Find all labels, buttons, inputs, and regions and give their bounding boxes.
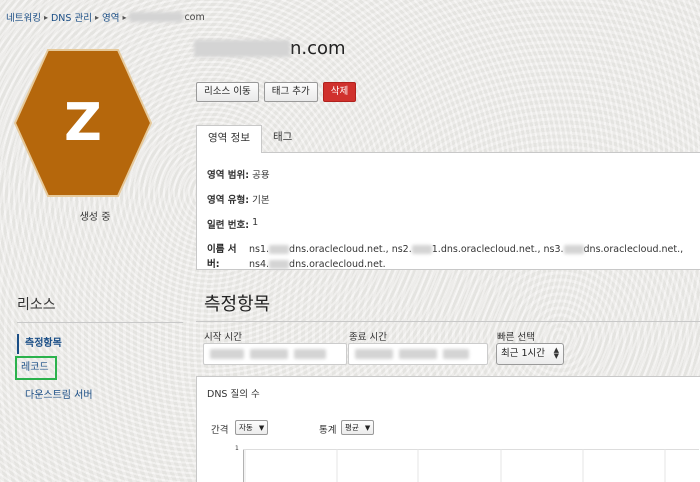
breadcrumb-dns-management[interactable]: DNS 관리 bbox=[51, 10, 92, 24]
chart-title: DNS 질의 수 bbox=[207, 389, 260, 400]
redacted-text bbox=[399, 349, 437, 359]
breadcrumb-zones[interactable]: 영역 bbox=[102, 10, 119, 24]
statistic-label: 통계 bbox=[319, 425, 337, 436]
quick-select-label: 빠른 선택 bbox=[497, 332, 535, 343]
interval-dropdown[interactable]: 자동 ▼ bbox=[235, 420, 269, 435]
caret-down-icon: ▼ bbox=[258, 424, 265, 432]
chart-plot-area bbox=[243, 449, 699, 482]
move-resource-button[interactable]: 리소스 이동 bbox=[196, 82, 259, 102]
zone-hexagon-icon: Z bbox=[13, 48, 153, 198]
scope-label: 영역 범위: bbox=[207, 170, 250, 181]
redacted-text bbox=[563, 245, 584, 254]
redacted-text bbox=[250, 349, 288, 359]
scope-value: 공용 bbox=[252, 170, 270, 181]
action-bar: 리소스 이동 태그 추가 삭제 bbox=[196, 82, 357, 102]
tab-zone-info[interactable]: 영역 정보 bbox=[196, 125, 262, 153]
zone-letter: Z bbox=[64, 93, 102, 153]
redacted-text bbox=[129, 12, 184, 22]
chevron-right-icon: ▸ bbox=[122, 12, 127, 22]
redacted-text bbox=[210, 349, 244, 359]
breadcrumb-current: com bbox=[129, 11, 205, 23]
zone-info-panel: 영역 범위: 공용 영역 유형: 기본 일련 번호: 1 이름 서버: ns1.… bbox=[196, 152, 700, 270]
y-tick-label: 1 bbox=[235, 445, 239, 452]
end-time-input[interactable] bbox=[348, 343, 488, 365]
interval-label: 간격 bbox=[211, 425, 229, 436]
ns1-domain: dns.oraclecloud.net., ns2. bbox=[289, 244, 412, 255]
info-row-serial: 일련 번호: 1 bbox=[207, 217, 695, 231]
start-time-input[interactable] bbox=[203, 343, 347, 365]
zone-status: 생성 중 bbox=[79, 212, 111, 223]
type-label: 영역 유형: bbox=[207, 195, 250, 206]
nav-item-records[interactable]: 레코드 bbox=[15, 356, 57, 380]
ns3-domain: dns.oraclecloud.net., bbox=[583, 244, 684, 255]
redacted-text bbox=[355, 349, 393, 359]
info-row-nameservers: 이름 서버: ns1. dns.oraclecloud.net., ns2. 1.d… bbox=[207, 242, 695, 272]
type-value: 기본 bbox=[252, 195, 270, 206]
statistic-dropdown[interactable]: 평균 ▼ bbox=[341, 420, 375, 435]
redacted-text bbox=[294, 349, 326, 359]
redacted-text bbox=[269, 245, 290, 254]
metrics-title: 측정항목 bbox=[204, 294, 271, 315]
info-row-scope: 영역 범위: 공용 bbox=[207, 167, 695, 181]
page-title: n.com bbox=[194, 38, 346, 59]
chevron-right-icon: ▸ bbox=[43, 12, 48, 22]
nameservers-label: 이름 서버: bbox=[207, 244, 237, 270]
add-tags-button[interactable]: 태그 추가 bbox=[263, 82, 318, 102]
statistic-value: 평균 bbox=[345, 423, 359, 432]
resources-nav: 측정항목 레코드 다운스트림 서버 bbox=[15, 333, 183, 409]
start-time-label: 시작 시간 bbox=[204, 332, 242, 343]
end-time-label: 종료 시간 bbox=[349, 332, 387, 343]
serial-value: 1 bbox=[252, 217, 259, 228]
tab-bar: 영역 정보 태그 bbox=[196, 125, 303, 153]
ns4-prefix: ns4. bbox=[249, 259, 270, 270]
quick-select-value: 최근 1시간 bbox=[501, 348, 546, 359]
delete-button[interactable]: 삭제 bbox=[322, 82, 357, 102]
interval-value: 자동 bbox=[239, 423, 253, 432]
ns1-prefix: ns1. bbox=[249, 244, 270, 255]
resources-title: 리소스 bbox=[17, 297, 56, 313]
caret-down-icon: ▼ bbox=[364, 424, 371, 432]
nameservers-line-2: ns4. dns.oraclecloud.net. bbox=[249, 257, 683, 272]
nav-item-downstream-servers[interactable]: 다운스트림 서버 bbox=[17, 385, 183, 407]
redacted-text bbox=[411, 245, 432, 254]
serial-label: 일련 번호: bbox=[207, 220, 250, 231]
nameservers-line-1: ns1. dns.oraclecloud.net., ns2. 1.dns.orac… bbox=[249, 242, 683, 257]
info-row-type: 영역 유형: 기본 bbox=[207, 192, 695, 206]
up-down-arrows-icon: ▲ ▼ bbox=[553, 346, 559, 360]
breadcrumb-current-suffix: com bbox=[184, 11, 205, 23]
page-title-suffix: n.com bbox=[290, 38, 346, 59]
divider bbox=[17, 322, 183, 323]
nav-item-metrics[interactable]: 측정항목 bbox=[17, 333, 183, 355]
chevron-right-icon: ▸ bbox=[94, 12, 99, 22]
dns-queries-chart-panel: DNS 질의 수 간격 자동 ▼ 통계 평균 ▼ 1 bbox=[196, 376, 700, 482]
tab-tags[interactable]: 태그 bbox=[262, 125, 303, 152]
breadcrumb: 네트워킹 ▸ DNS 관리 ▸ 영역 ▸ com bbox=[6, 10, 205, 25]
breadcrumb-networking[interactable]: 네트워킹 bbox=[6, 10, 41, 24]
nameservers-value: ns1. dns.oraclecloud.net., ns2. 1.dns.orac… bbox=[249, 242, 683, 272]
ns4-domain: dns.oraclecloud.net. bbox=[289, 259, 386, 270]
quick-select-dropdown[interactable]: 최근 1시간 ▲ ▼ bbox=[496, 343, 564, 365]
redacted-text bbox=[443, 349, 469, 359]
redacted-text bbox=[269, 260, 290, 269]
divider bbox=[196, 321, 700, 322]
ns2-domain: 1.dns.oraclecloud.net., ns3. bbox=[431, 244, 564, 255]
redacted-text bbox=[194, 40, 290, 57]
